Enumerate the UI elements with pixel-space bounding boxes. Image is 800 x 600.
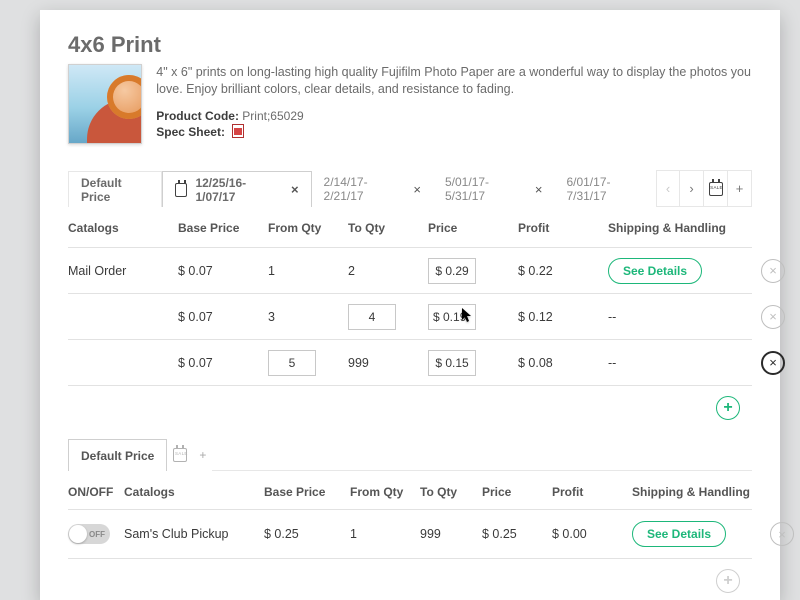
tab-default-price-label: Default Price	[81, 176, 149, 204]
col-profit: Profit	[518, 221, 608, 235]
calendar-sale-icon	[173, 448, 187, 462]
table2-row: OFF Sam's Club Pickup $ 0.25 1 999 $ 0.2…	[68, 509, 752, 559]
cell-base: $ 0.07	[178, 356, 268, 370]
tab-scroll-right[interactable]: ›	[680, 170, 704, 206]
cell-from: 1	[268, 264, 348, 278]
add-tab-button[interactable]: +	[728, 170, 752, 206]
tab-range-label: 6/01/17-7/31/17	[566, 175, 644, 203]
table-header: Catalogs Base Price From Qty To Qty Pric…	[68, 207, 752, 247]
cell-base: $ 0.07	[178, 310, 268, 324]
tab-scroll-left[interactable]: ‹	[656, 170, 680, 206]
cell-profit: $ 0.00	[552, 527, 632, 541]
add-row-button[interactable]: +	[716, 396, 740, 420]
table-row: Mail Order $ 0.07 1 2 $ 0.29 $ 0.22 See …	[68, 247, 752, 293]
catalog2-tabs: Default Price +	[68, 438, 752, 471]
col-catalogs: Catalogs	[68, 221, 178, 235]
product-header: 4x6 Print 4" x 6" prints on long-lasting…	[68, 32, 752, 144]
col-from: From Qty	[268, 221, 348, 235]
table-row: $ 0.07 5 999 $ 0.15 $ 0.08 -- ×	[68, 339, 752, 385]
cell-to: 2	[348, 264, 428, 278]
add-tab-button-2[interactable]: +	[193, 439, 212, 471]
col-from: From Qty	[350, 485, 420, 499]
close-icon[interactable]: ×	[291, 182, 299, 197]
cell-catalog: Mail Order	[68, 264, 178, 278]
col-shipping: Shipping & Handling	[632, 485, 762, 499]
table-row: $ 0.07 3 4 $ 0.19 $ 0.12 -- ×	[68, 293, 752, 339]
cell-profit: $ 0.08	[518, 356, 608, 370]
price-input[interactable]: $ 0.29	[428, 258, 476, 284]
cell-from: 3	[268, 310, 348, 324]
tab-default-price-2-label: Default Price	[81, 449, 154, 463]
table2-header: ON/OFF Catalogs Base Price From Qty To Q…	[68, 471, 752, 509]
tab-range-label: 5/01/17-5/31/17	[445, 175, 521, 203]
product-code-value: Print;65029	[242, 109, 303, 123]
see-details-button[interactable]: See Details	[608, 258, 702, 284]
cell-shipping: --	[608, 310, 748, 324]
cell-base: $ 0.07	[178, 264, 268, 278]
col-price: Price	[428, 221, 518, 235]
remove-row-button[interactable]: ×	[770, 522, 794, 546]
pricing-table-2: ON/OFF Catalogs Base Price From Qty To Q…	[68, 471, 752, 599]
add-sale-tab-2[interactable]	[167, 439, 193, 471]
pdf-icon[interactable]	[232, 124, 244, 138]
toggle-knob	[69, 525, 87, 543]
toggle-state: OFF	[89, 530, 105, 539]
remove-row-button[interactable]: ×	[761, 351, 785, 375]
product-blurb: 4" x 6" prints on long-lasting high qual…	[156, 64, 752, 144]
see-details-button[interactable]: See Details	[632, 521, 726, 547]
tab-date-range[interactable]: 2/14/17-2/21/17 ×	[312, 171, 433, 207]
calendar-sale-icon	[709, 182, 723, 196]
cell-to: 999	[348, 356, 428, 370]
spec-sheet-label: Spec Sheet:	[156, 125, 225, 139]
pricing-card: 4x6 Print 4" x 6" prints on long-lasting…	[40, 10, 780, 600]
cell-shipping: --	[608, 356, 748, 370]
col-to: To Qty	[420, 485, 482, 499]
tab-date-range-active[interactable]: 12/25/16-1/07/17 ×	[162, 171, 312, 207]
date-range-tabs: Default Price 12/25/16-1/07/17 × 2/14/17…	[68, 170, 752, 207]
cell-base: $ 0.25	[264, 527, 350, 541]
cell-catalog: Sam's Club Pickup	[124, 527, 264, 541]
col-profit: Profit	[552, 485, 632, 499]
tab-range-label: 12/25/16-1/07/17	[195, 176, 277, 204]
tab-default-price-2[interactable]: Default Price	[68, 439, 167, 471]
price-input[interactable]: $ 0.15	[428, 350, 476, 376]
tab-date-range[interactable]: 5/01/17-5/31/17 ×	[433, 171, 554, 207]
to-qty-input[interactable]: 4	[348, 304, 396, 330]
close-icon[interactable]: ×	[413, 182, 421, 197]
tab-range-label: 2/14/17-2/21/17	[324, 175, 400, 203]
add-row-button-disabled: +	[716, 569, 740, 593]
add-row-bar-2: +	[68, 559, 752, 599]
add-sale-tab[interactable]	[704, 170, 728, 206]
product-description: 4" x 6" prints on long-lasting high qual…	[156, 64, 752, 98]
product-thumbnail	[68, 64, 142, 144]
remove-row-button[interactable]: ×	[761, 259, 785, 283]
cell-price: $ 0.25	[482, 527, 552, 541]
product-code-label: Product Code:	[156, 109, 239, 123]
col-price: Price	[482, 485, 552, 499]
product-title: 4x6 Print	[68, 32, 752, 58]
cell-to: 999	[420, 527, 482, 541]
tab-date-range[interactable]: 6/01/17-7/31/17	[554, 171, 656, 207]
cell-from: 1	[350, 527, 420, 541]
from-qty-input[interactable]: 5	[268, 350, 316, 376]
col-to: To Qty	[348, 221, 428, 235]
remove-row-button[interactable]: ×	[761, 305, 785, 329]
cell-profit: $ 0.12	[518, 310, 608, 324]
col-shipping: Shipping & Handling	[608, 221, 748, 235]
col-base: Base Price	[178, 221, 268, 235]
catalog-toggle[interactable]: OFF	[68, 524, 110, 544]
col-base: Base Price	[264, 485, 350, 499]
cell-profit: $ 0.22	[518, 264, 608, 278]
calendar-icon	[175, 183, 188, 197]
col-catalogs: Catalogs	[124, 485, 264, 499]
pricing-table: Catalogs Base Price From Qty To Qty Pric…	[68, 207, 752, 426]
add-row-bar: +	[68, 385, 752, 426]
price-input[interactable]: $ 0.19	[428, 304, 476, 330]
col-onoff: ON/OFF	[68, 485, 124, 499]
close-icon[interactable]: ×	[535, 182, 543, 197]
tab-default-price[interactable]: Default Price	[68, 171, 162, 207]
